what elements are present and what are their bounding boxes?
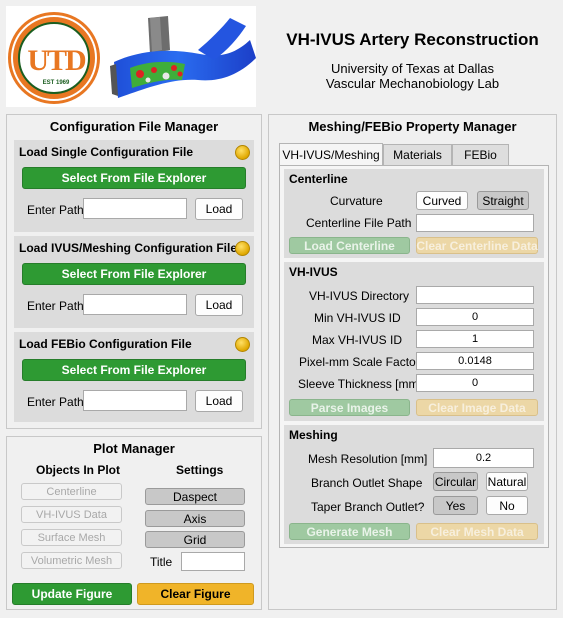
config-manager-title: Configuration File Manager xyxy=(49,119,219,134)
pixel-mm-scale-input[interactable]: 0.0148 xyxy=(416,352,534,370)
setting-daspect-toggle[interactable]: Daspect xyxy=(145,488,245,505)
load-febio-config-button[interactable]: Load xyxy=(195,390,243,412)
load-config-button[interactable]: Load xyxy=(195,198,243,220)
section-title: VH-IVUS xyxy=(289,265,338,279)
enter-path-label: Enter Path xyxy=(27,299,84,313)
plot-object-vhivus-toggle[interactable]: VH-IVUS Data xyxy=(21,506,122,523)
taper-yes-button[interactable]: Yes xyxy=(433,496,478,515)
max-vhivus-id-input[interactable]: 1 xyxy=(416,330,534,348)
app-subtitle-lab: Vascular Mechanobiology Lab xyxy=(325,76,500,91)
plot-title-input[interactable] xyxy=(181,552,245,571)
utd-logo-est: EST 1969 xyxy=(42,80,70,86)
app-title: VH-IVUS Artery Reconstruction xyxy=(286,30,539,49)
min-vhivus-id-label: Min VH-IVUS ID xyxy=(314,311,401,325)
utd-seal-logo: UTD EST 1969 xyxy=(8,12,100,104)
plot-manager-title: Plot Manager xyxy=(93,441,175,456)
status-lamp-icon xyxy=(235,145,250,160)
febio-config-path-input[interactable] xyxy=(83,390,187,411)
straight-button[interactable]: Straight xyxy=(477,191,529,210)
tab-febio[interactable]: FEBio xyxy=(452,144,509,165)
generate-mesh-button[interactable]: Generate Mesh xyxy=(289,523,410,540)
status-lamp-icon xyxy=(235,241,250,256)
taper-no-button[interactable]: No xyxy=(486,496,528,515)
parse-images-button[interactable]: Parse Images xyxy=(289,399,410,416)
config-path-input[interactable] xyxy=(83,198,187,219)
clear-centerline-data-button[interactable]: Clear Centerline Data xyxy=(416,237,538,254)
taper-branch-outlet-label: Taper Branch Outlet? xyxy=(311,500,425,514)
vhivus-directory-input[interactable] xyxy=(416,286,534,304)
vhivus-directory-label: VH-IVUS Directory xyxy=(309,289,410,303)
plot-title-label: Title xyxy=(150,555,173,569)
min-vhivus-id-input[interactable]: 0 xyxy=(416,308,534,326)
clear-image-data-button[interactable]: Clear Image Data xyxy=(416,399,538,416)
settings-header: Settings xyxy=(176,463,224,477)
load-febio-config-section: Load FEBio Configuration File Select Fro… xyxy=(14,332,254,422)
setting-axis-toggle[interactable]: Axis xyxy=(145,510,245,527)
enter-path-label: Enter Path xyxy=(27,395,84,409)
centerline-file-path-input[interactable] xyxy=(416,214,534,232)
app-subtitle-university: University of Texas at Dallas xyxy=(330,61,495,76)
clear-figure-button[interactable]: Clear Figure xyxy=(137,583,254,605)
update-figure-button[interactable]: Update Figure xyxy=(12,583,132,605)
section-title: Centerline xyxy=(289,172,348,186)
select-file-explorer-button[interactable]: Select From File Explorer xyxy=(22,263,246,285)
natural-button[interactable]: Natural xyxy=(486,472,528,491)
ivus-config-path-input[interactable] xyxy=(83,294,187,315)
plot-object-centerline-toggle[interactable]: Centerline xyxy=(21,483,122,500)
property-manager-title: Meshing/FEBio Property Manager xyxy=(308,119,517,134)
centerline-file-path-label: Centerline File Path xyxy=(306,216,412,230)
status-lamp-icon xyxy=(235,337,250,352)
section-title: Load Single Configuration File xyxy=(19,145,193,159)
plot-object-surface-mesh-toggle[interactable]: Surface Mesh xyxy=(21,529,122,546)
load-ivus-config-button[interactable]: Load xyxy=(195,294,243,316)
curved-button[interactable]: Curved xyxy=(416,191,468,210)
mesh-resolution-label: Mesh Resolution [mm] xyxy=(308,452,428,466)
setting-grid-toggle[interactable]: Grid xyxy=(145,531,245,548)
tab-materials[interactable]: Materials xyxy=(383,144,452,165)
branch-outlet-shape-label: Branch Outlet Shape xyxy=(311,476,423,490)
curvature-label: Curvature xyxy=(330,194,383,208)
sleeve-thickness-label: Sleeve Thickness [mm] xyxy=(298,377,422,391)
load-single-config-section: Load Single Configuration File Select Fr… xyxy=(14,140,254,232)
clear-mesh-data-button[interactable]: Clear Mesh Data xyxy=(416,523,538,540)
max-vhivus-id-label: Max VH-IVUS ID xyxy=(312,333,403,347)
utd-logo-text: UTD xyxy=(27,44,86,77)
pixel-mm-scale-label: Pixel-mm Scale Factor xyxy=(299,355,420,369)
select-file-explorer-button[interactable]: Select From File Explorer xyxy=(22,167,246,189)
select-file-explorer-button[interactable]: Select From File Explorer xyxy=(22,359,246,381)
load-ivus-meshing-config-section: Load IVUS/Meshing Configuration File Sel… xyxy=(14,236,254,328)
objects-in-plot-header: Objects In Plot xyxy=(36,463,121,477)
load-centerline-button[interactable]: Load Centerline xyxy=(289,237,410,254)
artery-mesh-image xyxy=(110,16,256,98)
enter-path-label: Enter Path xyxy=(27,203,84,217)
sleeve-thickness-input[interactable]: 0 xyxy=(416,374,534,392)
mesh-resolution-input[interactable]: 0.2 xyxy=(433,448,534,468)
section-title: Load IVUS/Meshing Configuration File xyxy=(19,241,237,255)
plot-object-volumetric-mesh-toggle[interactable]: Volumetric Mesh xyxy=(21,552,122,569)
section-title: Meshing xyxy=(289,428,338,442)
tab-vhivus-meshing[interactable]: VH-IVUS/Meshing xyxy=(279,143,383,165)
section-title: Load FEBio Configuration File xyxy=(19,337,192,351)
circular-button[interactable]: Circular xyxy=(433,472,478,491)
